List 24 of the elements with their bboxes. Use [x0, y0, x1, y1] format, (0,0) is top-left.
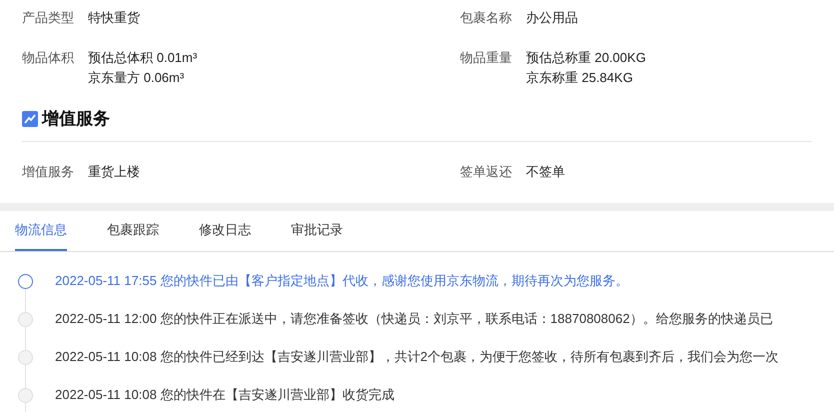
- field-label: 包裹名称: [460, 9, 512, 27]
- field-label: 产品类型: [22, 9, 74, 27]
- tab[interactable]: 修改日志: [199, 220, 251, 251]
- field-value: 办公用品: [526, 9, 578, 27]
- timeline-entry: 2022-05-11 12:00 您的快件正在派送中，请您准备签收（快递员：刘京平，联系电话：18870808062）。给您服务的快递员已: [55, 310, 773, 328]
- tab[interactable]: 包裹跟踪: [107, 220, 159, 251]
- timeline-entry: 2022-05-11 10:08 您的快件已经到达【吉安遂川营业部】，共计2个包裹，为便于您签收，待所有包裹到齐后，我们会为您一次: [55, 348, 779, 366]
- timeline-entry: 2022-05-11 17:55 您的快件已由【客户指定地点】代收，感谢您使用京东物流，期待再次为您服务。: [55, 272, 628, 290]
- field-value: 不签单: [526, 163, 565, 181]
- field-value: 预估总称重 20.00KG: [526, 49, 646, 67]
- tab[interactable]: 物流信息: [15, 220, 67, 251]
- tab[interactable]: 审批记录: [291, 220, 343, 251]
- field-value: 京东量方 0.06m³: [88, 69, 186, 87]
- field-label: 物品重量: [460, 49, 512, 67]
- field-value: 预估总体积 0.01m³: [88, 49, 198, 67]
- section-title: 增值服务: [42, 108, 110, 130]
- field-label: 物品体积: [22, 49, 74, 67]
- field-value: 京东称重 25.84KG: [526, 69, 634, 87]
- timeline-entry: 2022-05-11 10:08 您的快件在【吉安遂川营业部】收货完成: [55, 386, 394, 404]
- field-value: 重货上楼: [88, 163, 140, 181]
- field-label: 签单返还: [460, 163, 512, 181]
- field-value: 特快重货: [88, 9, 140, 27]
- field-label: 增值服务: [22, 163, 74, 181]
- chart-icon: [22, 111, 38, 127]
